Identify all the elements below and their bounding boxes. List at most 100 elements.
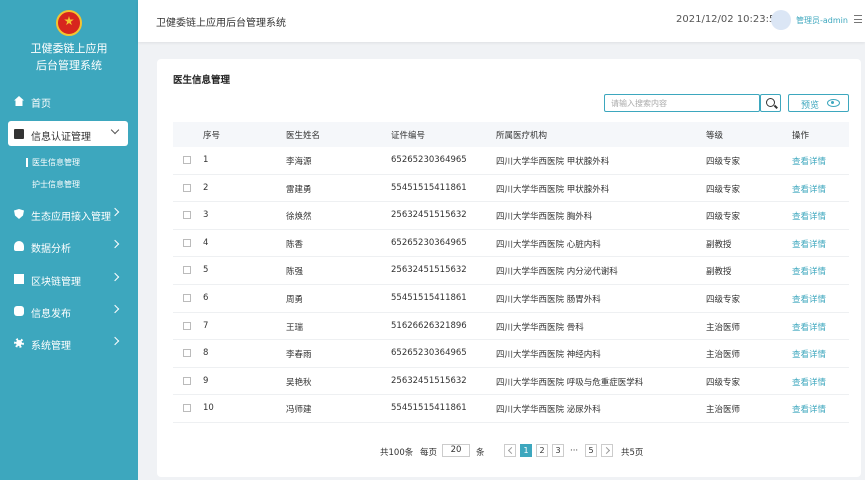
row-no: 1 (203, 155, 209, 165)
pagination-per-page-unit: 条 (476, 448, 485, 458)
pagination-total: 共100条 (380, 448, 414, 458)
sidebar-item-home[interactable]: 首页 (0, 88, 138, 114)
row-checkbox[interactable] (183, 266, 191, 275)
sidebar-item-label: 信息发布 (31, 309, 71, 320)
preview-button-label: 预览 (801, 101, 820, 111)
row-checkbox[interactable] (183, 156, 191, 164)
view-details-link[interactable]: 查看详情 (792, 348, 826, 360)
sidebar-item-eco-app[interactable]: 生态应用接入管理 (0, 201, 138, 227)
view-details-link[interactable]: 查看详情 (792, 155, 826, 167)
row-checkbox[interactable] (183, 376, 191, 385)
row-checkbox[interactable] (183, 211, 191, 220)
row-level: 副教授 (706, 267, 732, 278)
chevron-right-icon (110, 272, 120, 282)
row-checkbox[interactable] (183, 183, 191, 192)
sidebar-item-system[interactable]: 系统管理 (0, 330, 138, 356)
row-name: 李海源 (286, 157, 312, 167)
row-no: 3 (203, 210, 209, 221)
view-details-link[interactable]: 查看详情 (792, 238, 826, 250)
row-name: 陈强 (286, 267, 304, 278)
view-details-link[interactable]: 查看详情 (792, 183, 826, 195)
row-org: 四川大学华西医院 心脏内科 (496, 239, 601, 250)
row-org: 四川大学华西医院 胸外科 (496, 212, 593, 223)
view-details-link[interactable]: 查看详情 (792, 403, 826, 415)
page-size-select[interactable]: 20 (442, 444, 470, 457)
sidebar-item-publish[interactable]: 信息发布 (0, 298, 138, 324)
row-org: 四川大学华西医院 甲状腺外科 (496, 184, 610, 195)
row-no: 2 (203, 182, 209, 193)
prev-page-icon[interactable] (504, 444, 516, 457)
column-header-no: 序号 (203, 131, 221, 141)
pagination-ellipsis: ··· (570, 446, 579, 456)
row-level: 副教授 (706, 239, 732, 250)
row-checkbox[interactable] (183, 321, 191, 330)
view-details-link[interactable]: 查看详情 (792, 293, 826, 305)
home-icon (14, 96, 24, 106)
view-details-link[interactable]: 查看详情 (792, 321, 826, 333)
view-details-link[interactable]: 查看详情 (792, 210, 826, 222)
row-id: 25632451515632 (391, 210, 467, 221)
row-checkbox[interactable] (183, 293, 191, 302)
table-row: 6 周勇 55451515411861 四川大学华西医院 肠胃外科 四级专家 查… (173, 285, 849, 313)
sidebar-item-label: 生态应用接入管理 (31, 212, 111, 223)
row-name: 吴艳秋 (286, 377, 312, 388)
chevron-right-icon (110, 336, 120, 346)
row-checkbox[interactable] (183, 238, 191, 247)
header-username[interactable]: 管理员-admin (796, 15, 848, 26)
row-id: 51626626321896 (391, 320, 467, 331)
preview-button[interactable]: 预览 (788, 94, 849, 112)
row-id: 25632451515632 (391, 265, 467, 276)
search-input[interactable] (604, 94, 760, 112)
sidebar: 卫健委链上应用 后台管理系统 首页 信息认证管理 医生信息管理 护士信息管理 生… (0, 0, 138, 480)
row-id: 65265230364965 (391, 237, 467, 248)
sidebar-subitem-doctor-info[interactable]: 医生信息管理 (26, 157, 80, 168)
row-level: 四级专家 (706, 377, 741, 388)
row-org: 四川大学华西医院 内分泌代谢科 (496, 267, 618, 278)
next-page-icon[interactable] (601, 444, 613, 457)
row-level: 主治医师 (706, 405, 741, 416)
row-level: 四级专家 (706, 184, 741, 195)
row-name: 陈香 (286, 239, 304, 250)
pagination-per-page-label: 每页 (420, 448, 438, 458)
row-level: 四级专家 (706, 212, 741, 223)
block-icon (14, 274, 24, 284)
row-name: 冯师建 (286, 405, 312, 416)
table-row: 7 王瑞 51626626321896 四川大学华西医院 骨科 主治医师 查看详… (173, 313, 849, 341)
avatar[interactable] (771, 10, 791, 30)
page-button-1[interactable]: 1 (520, 444, 532, 457)
doctor-table: 序号 医生姓名 证件编号 所属医疗机构 等级 操作 1 李海源 65265230… (173, 122, 849, 423)
pagination-total-pages: 共5页 (621, 448, 644, 458)
sidebar-item-label: 信息认证管理 (31, 132, 91, 143)
sidebar-subitem-nurse-info[interactable]: 护士信息管理 (32, 179, 80, 190)
column-header-org: 所属医疗机构 (496, 131, 548, 141)
chevron-down-icon (110, 125, 120, 135)
column-header-action: 操作 (792, 131, 810, 141)
sidebar-item-blockchain[interactable]: 区块链管理 (0, 266, 138, 292)
document-icon (14, 129, 24, 139)
table-row: 5 陈强 25632451515632 四川大学华西医院 内分泌代谢科 副教授 … (173, 257, 849, 285)
page-button-last[interactable]: 5 (585, 444, 597, 457)
page-button-3[interactable]: 3 (552, 444, 564, 457)
row-checkbox[interactable] (183, 349, 191, 358)
view-details-link[interactable]: 查看详情 (792, 376, 826, 388)
table-row: 2 雷建勇 55451515411861 四川大学华西医院 甲状腺外科 四级专家… (173, 175, 849, 203)
search-button[interactable] (760, 94, 781, 112)
table-row: 9 吴艳秋 25632451515632 四川大学华西医院 呼吸与危重症医学科 … (173, 368, 849, 396)
sidebar-item-info-auth[interactable]: 信息认证管理 (8, 121, 128, 146)
row-name: 李春雨 (286, 350, 312, 361)
view-details-link[interactable]: 查看详情 (792, 265, 826, 277)
row-checkbox[interactable] (183, 404, 191, 413)
menu-icon[interactable] (854, 15, 862, 23)
page-title: 医生信息管理 (173, 75, 231, 86)
table-row: 1 李海源 65265230364965 四川大学华西医院 甲状腺外科 四级专家… (173, 147, 849, 175)
table-header: 序号 医生姓名 证件编号 所属医疗机构 等级 操作 (173, 122, 849, 147)
header-datetime: 2021/12/02 10:23:57 (676, 14, 782, 25)
row-org: 四川大学华西医院 神经内科 (496, 350, 601, 361)
sidebar-item-data-analysis[interactable]: 数据分析 (0, 233, 138, 259)
row-org: 四川大学华西医院 肠胃外科 (496, 294, 601, 305)
row-no: 8 (203, 348, 209, 359)
sidebar-item-label: 首页 (31, 99, 51, 110)
row-name: 雷建勇 (286, 184, 312, 195)
row-org: 四川大学华西医院 泌尿外科 (496, 405, 601, 416)
page-button-2[interactable]: 2 (536, 444, 548, 457)
